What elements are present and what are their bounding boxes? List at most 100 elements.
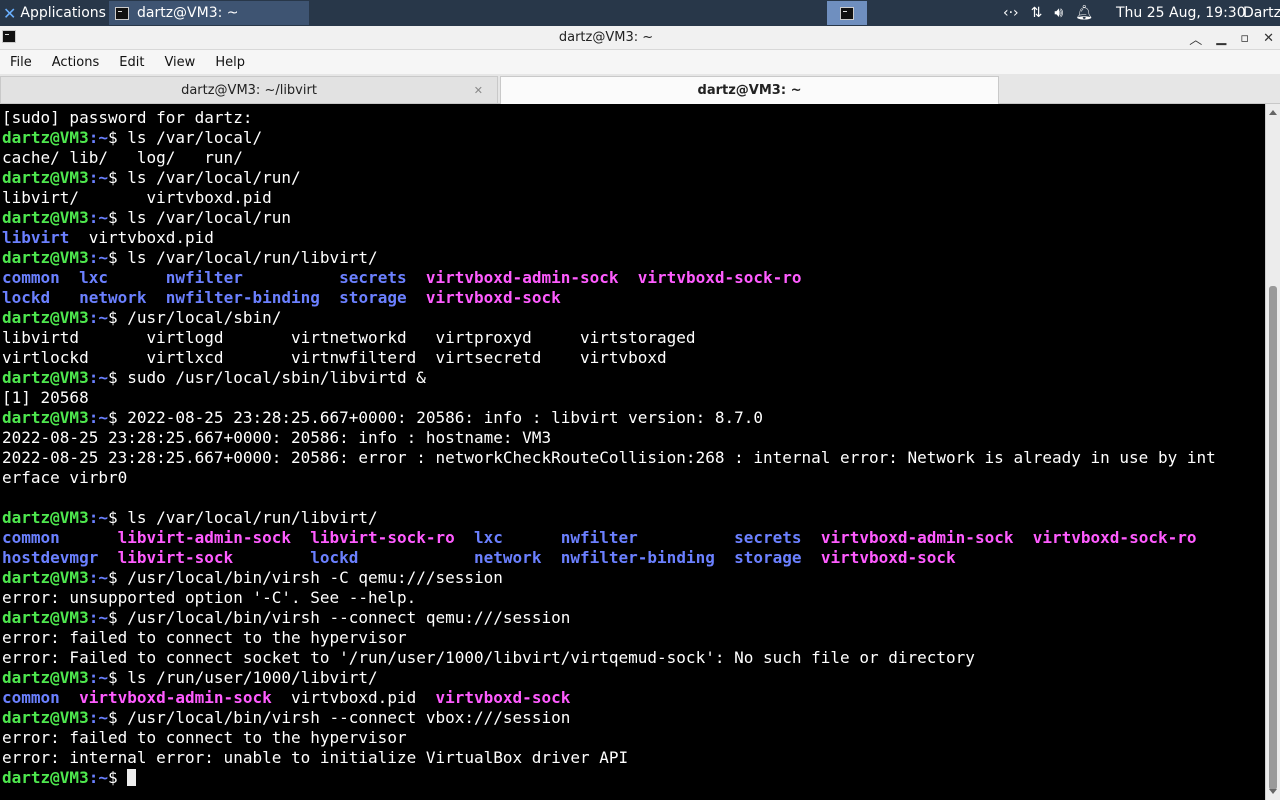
terminal-line: error: failed to connect to the hypervis… bbox=[2, 628, 1216, 648]
maximize-icon[interactable]: ▫ bbox=[1240, 31, 1249, 46]
tab-home[interactable]: dartz@VM3: ~ bbox=[500, 76, 999, 104]
terminal-line: error: internal error: unable to initial… bbox=[2, 748, 1216, 768]
system-tray: ‹·› ⇅ 🔊︎ 🔔︎ bbox=[1003, 0, 1093, 26]
terminal-text: :~ bbox=[88, 568, 108, 587]
terminal-line: lockd network nwfilter-binding storage v… bbox=[2, 288, 1216, 308]
top-panel: ✕ Applications dartz@VM3: ~ ‹·› ⇅ 🔊︎ 🔔︎ … bbox=[0, 0, 1280, 26]
tab-libvirt[interactable]: dartz@VM3: ~/libvirt ✕ bbox=[0, 76, 498, 104]
terminal-line: dartz@VM3:~$ ls /var/local/ bbox=[2, 128, 1216, 148]
network-updown-icon[interactable]: ⇅ bbox=[1031, 5, 1043, 21]
close-tab-icon[interactable]: ✕ bbox=[474, 77, 483, 105]
terminal-text: dartz@VM3 bbox=[2, 508, 89, 527]
terminal-line: dartz@VM3:~$ bbox=[2, 768, 1216, 788]
terminal-text: $ ls /var/local/run/libvirt/ bbox=[107, 508, 378, 527]
chevron-up-icon[interactable]: ︿ bbox=[1189, 29, 1202, 48]
scroll-up-icon[interactable] bbox=[1269, 110, 1277, 115]
close-icon[interactable]: ✕ bbox=[1263, 31, 1274, 46]
terminal-line: error: unsupported option '-C'. See --he… bbox=[2, 588, 1216, 608]
clock[interactable]: Thu 25 Aug, 19:30 bbox=[1116, 0, 1246, 26]
terminal-text: dartz@VM3 bbox=[2, 408, 89, 427]
terminal-text: dartz@VM3 bbox=[2, 128, 89, 147]
terminal-view[interactable]: [sudo] password for dartz: dartz@VM3:~$ l… bbox=[0, 104, 1265, 800]
terminal-icon bbox=[115, 6, 129, 20]
terminal-line: error: Failed to connect socket to '/run… bbox=[2, 648, 1216, 668]
terminal-text: virtvboxd-sock-ro bbox=[637, 268, 802, 287]
terminal-text: common bbox=[2, 688, 60, 707]
volume-icon[interactable]: 🔊︎ bbox=[1054, 5, 1063, 21]
terminal-text: virtvboxd.pid bbox=[271, 688, 436, 707]
menu-file[interactable]: File bbox=[0, 55, 42, 70]
terminal-text: lxc bbox=[474, 528, 503, 547]
terminal-text: libvirt-sock-ro bbox=[310, 528, 455, 547]
taskbar-item-terminal[interactable]: dartz@VM3: ~ bbox=[109, 1, 309, 25]
workspace-button[interactable] bbox=[827, 1, 867, 25]
tab-label: dartz@VM3: ~/libvirt bbox=[181, 83, 317, 98]
terminal-text: $ /usr/local/bin/virsh -C qemu:///sessio… bbox=[107, 568, 503, 587]
terminal-text: virtvboxd-sock bbox=[425, 288, 561, 307]
window-titlebar[interactable]: dartz@VM3: ~ ︿ ▁ ▫ ✕ bbox=[0, 26, 1280, 50]
menu-help[interactable]: Help bbox=[205, 55, 255, 70]
scroll-down-icon[interactable] bbox=[1269, 789, 1277, 794]
taskbar-item-label: dartz@VM3: ~ bbox=[137, 5, 239, 21]
terminal-text: $ /usr/local/bin/virsh --connect qemu://… bbox=[107, 608, 571, 627]
terminal-line: dartz@VM3:~$ ls /var/local/run/libvirt/ bbox=[2, 248, 1216, 268]
user-menu[interactable]: Dartz bbox=[1243, 0, 1280, 26]
menu-view[interactable]: View bbox=[154, 55, 205, 70]
terminal-text: hostdevmgr bbox=[2, 548, 99, 567]
terminal-line: error: failed to connect to the hypervis… bbox=[2, 728, 1216, 748]
tab-label: dartz@VM3: ~ bbox=[697, 83, 802, 98]
terminal-text: dartz@VM3 bbox=[2, 168, 89, 187]
menu-actions[interactable]: Actions bbox=[42, 55, 110, 70]
network-code-icon[interactable]: ‹·› bbox=[1003, 5, 1019, 21]
terminal-text: lockd bbox=[2, 288, 51, 307]
terminal-text: storage bbox=[734, 548, 802, 567]
terminal-text: 2022-08-25 23:28:25.667+0000: 20586: inf… bbox=[2, 428, 552, 447]
terminal-line: dartz@VM3:~$ /usr/local/bin/virsh --conn… bbox=[2, 608, 1216, 628]
terminal-text: libvirt-sock bbox=[117, 548, 234, 567]
terminal-text: :~ bbox=[88, 608, 108, 627]
terminal-text: virtlockd virtlxcd virtnwfilterd virtsec… bbox=[2, 348, 667, 367]
terminal-text: network bbox=[474, 548, 542, 567]
terminal-line: 2022-08-25 23:28:25.667+0000: 20586: err… bbox=[2, 448, 1216, 468]
terminal-text: :~ bbox=[88, 768, 108, 787]
terminal-text: :~ bbox=[88, 208, 108, 227]
terminal-text: common bbox=[2, 268, 60, 287]
bell-icon[interactable]: 🔔︎ bbox=[1075, 5, 1093, 21]
terminal-line: dartz@VM3:~$ ls /var/local/run bbox=[2, 208, 1216, 228]
terminal-text: $ ls /run/user/1000/libvirt/ bbox=[107, 668, 378, 687]
terminal-line: common lxc nwfilter secrets virtvboxd-ad… bbox=[2, 268, 1216, 288]
terminal-text: dartz@VM3 bbox=[2, 208, 89, 227]
terminal-text: storage bbox=[339, 288, 407, 307]
terminal-text: error: failed to connect to the hypervis… bbox=[2, 728, 407, 747]
terminal-text: :~ bbox=[88, 408, 108, 427]
applications-menu[interactable]: ✕ Applications bbox=[0, 0, 106, 26]
terminal-text: virtvboxd-sock bbox=[820, 548, 956, 567]
terminal-line: dartz@VM3:~$ /usr/local/bin/virsh -C qem… bbox=[2, 568, 1216, 588]
terminal-text: $ 2022-08-25 23:28:25.667+0000: 20586: i… bbox=[107, 408, 763, 427]
scrollbar-thumb[interactable] bbox=[1269, 286, 1277, 790]
menu-edit[interactable]: Edit bbox=[109, 55, 154, 70]
terminal-text: :~ bbox=[88, 248, 108, 267]
terminal-scrollbar[interactable] bbox=[1265, 104, 1280, 800]
minimize-icon[interactable]: ▁ bbox=[1216, 31, 1226, 46]
terminal-text: error: unsupported option '-C'. See --he… bbox=[2, 588, 417, 607]
terminal-line: dartz@VM3:~$ /usr/local/bin/virsh --conn… bbox=[2, 708, 1216, 728]
terminal-text: $ sudo /usr/local/sbin/libvirtd & bbox=[107, 368, 426, 387]
terminal-text: erface virbr0 bbox=[2, 468, 128, 487]
xfce-logo-icon: ✕ bbox=[3, 3, 17, 23]
terminal-text: dartz@VM3 bbox=[2, 768, 89, 787]
applications-label: Applications bbox=[20, 5, 106, 21]
